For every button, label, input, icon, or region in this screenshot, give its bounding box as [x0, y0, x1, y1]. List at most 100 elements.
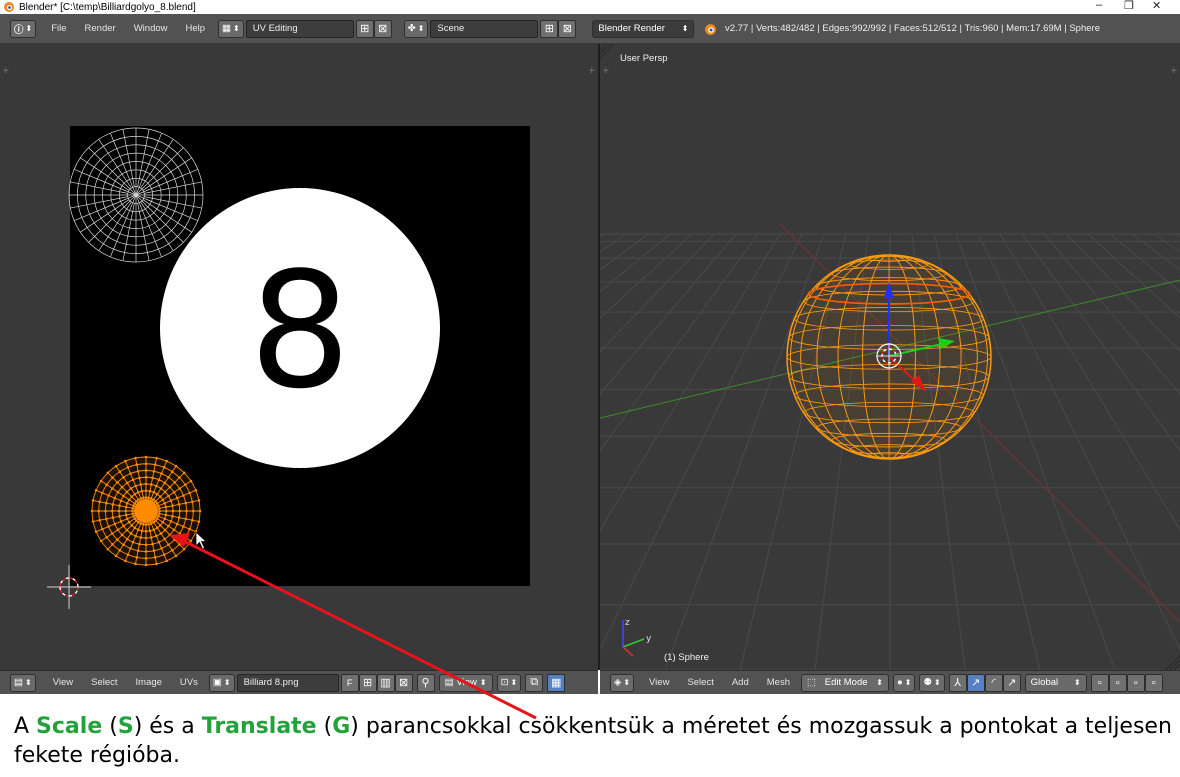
updown-icon: ⬍	[681, 24, 689, 33]
manipulator-toggle-button[interactable]: ⅄	[948, 673, 967, 692]
mode-dropdown[interactable]: ⬚ Edit Mode ⬍	[800, 673, 889, 692]
menu-mesh[interactable]: Mesh	[758, 677, 799, 688]
scene-selector[interactable]: ✤ ⬍	[403, 19, 429, 38]
shading-dropdown[interactable]: ● ⬍	[892, 673, 916, 692]
layout-grid-icon: ▦	[222, 23, 232, 34]
view-perspective-label: User Persp	[620, 53, 668, 64]
screen-layout-selector[interactable]: ▦ ⬍	[218, 19, 244, 38]
caption-text: A	[14, 714, 37, 739]
rotate-manipulator-button[interactable]: ◜	[984, 673, 1003, 692]
occlude-geometry-button[interactable]: ▫	[1144, 673, 1163, 692]
orientation-label: Global	[1030, 677, 1059, 688]
new-image-button[interactable]: ⊞	[358, 673, 377, 692]
menu-image[interactable]: Image	[127, 677, 171, 688]
updown-icon: ⬍	[1073, 678, 1081, 687]
add-layout-button[interactable]: ⊞	[355, 19, 374, 38]
vertex-select-mode-button[interactable]: ▦	[547, 673, 566, 692]
caption-text: ) és a	[133, 714, 202, 739]
pivot-dropdown[interactable]: ⊡ ⬍	[496, 673, 522, 692]
face-select-button[interactable]: ▫	[1126, 673, 1145, 692]
area-split-corner-icon[interactable]	[600, 44, 615, 59]
menu-view[interactable]: View	[640, 677, 678, 688]
solid-shading-icon: ●	[896, 677, 903, 688]
menu-render[interactable]: Render	[76, 23, 125, 34]
view-mode-icon: ▤	[444, 677, 454, 688]
restore-button[interactable]: ❐	[1124, 0, 1134, 12]
mode-label: Edit Mode	[824, 677, 868, 688]
updown-icon: ⬍	[904, 678, 912, 687]
menu-window[interactable]: Window	[125, 23, 177, 34]
transform-orientation-dropdown[interactable]: Global ⬍	[1024, 673, 1087, 692]
close-button[interactable]: ✕	[1152, 0, 1161, 12]
caption-text: (	[102, 714, 118, 739]
layout-name-field[interactable]: UV Editing	[245, 19, 354, 38]
delete-scene-button[interactable]: ⊠	[558, 19, 577, 38]
menu-select[interactable]: Select	[82, 677, 126, 688]
sync-selection-button[interactable]: ⧉	[525, 673, 544, 692]
menu-file[interactable]: File	[42, 23, 75, 34]
updown-icon: ⬍	[933, 678, 941, 687]
area-split-corner-icon[interactable]	[1165, 655, 1180, 670]
area-plus-icon[interactable]: +	[2, 66, 10, 76]
scene-statistics: v2.77 | Verts:482/482 | Edges:992/992 | …	[725, 23, 1100, 34]
blender-logo-icon	[705, 24, 716, 35]
unlink-image-button[interactable]: ⊠	[394, 673, 413, 692]
updown-icon: ⬍	[417, 24, 425, 33]
editor-type-button[interactable]: ◈ ⬍	[610, 673, 635, 692]
uv-image-editor[interactable]: + + 8	[0, 44, 598, 670]
menu-uvs[interactable]: UVs	[171, 677, 207, 688]
axis-y-label: y	[646, 634, 652, 644]
editor-type-button[interactable]: ▤ ⬍	[10, 673, 36, 692]
window-title: Blender* [C:\temp\Billiardgolyo_8.blend]	[19, 1, 196, 13]
scale-shortcut: S	[117, 714, 134, 739]
menu-add[interactable]: Add	[723, 677, 758, 688]
pivot-point-icon: ⚉	[923, 677, 932, 688]
translate-keyword: Translate	[201, 714, 317, 739]
delete-layout-button[interactable]: ⊠	[373, 19, 392, 38]
image-browse-button[interactable]: ▣ ⬍	[208, 673, 235, 692]
open-image-button[interactable]: ▥	[376, 673, 395, 692]
area-plus-icon[interactable]: +	[588, 66, 596, 76]
pin-image-icon[interactable]: ⚲	[416, 673, 435, 692]
scale-manipulator-button[interactable]: ↗	[1002, 673, 1021, 692]
editor-type-info-button[interactable]: ⓘ ⬍	[10, 19, 37, 38]
area-plus-icon[interactable]: +	[1170, 66, 1178, 76]
scene-name-field[interactable]: Scene	[430, 19, 539, 38]
info-header: ⓘ ⬍ File Render Window Help ▦ ⬍ UV Editing…	[0, 14, 1180, 44]
uv-editor-header: ▤ ⬍ View Select Image UVs ▣ ⬍ Billiard 8.p…	[0, 670, 598, 694]
minimize-button[interactable]: –	[1096, 0, 1102, 11]
menu-help[interactable]: Help	[177, 23, 215, 34]
3d-view-icon: ◈	[614, 677, 622, 688]
editor-mode-dropdown[interactable]: ▤ View ⬍	[438, 673, 493, 692]
updown-icon: ⬍	[223, 678, 231, 687]
edit-mode-icon: ⬚	[806, 677, 816, 688]
add-scene-button[interactable]: ⊞	[540, 19, 559, 38]
image-editor-icon: ▤	[14, 677, 23, 688]
vertex-select-button[interactable]: ▫	[1090, 673, 1109, 692]
active-object-label: (1) Sphere	[664, 652, 709, 663]
view-axis-gizmo: z y	[622, 618, 652, 657]
updown-icon: ⬍	[233, 24, 240, 33]
pivot-icon: ⊡	[500, 677, 509, 688]
updown-icon: ⬍	[25, 24, 33, 33]
updown-icon: ⬍	[24, 678, 32, 687]
info-icon: ⓘ	[14, 24, 24, 36]
pivot-point-dropdown[interactable]: ⚉ ⬍	[919, 673, 945, 692]
3d-viewport[interactable]: + + z y User Persp (1) Sphere	[600, 44, 1180, 670]
fake-user-button[interactable]: F	[340, 673, 359, 692]
edge-select-button[interactable]: ▫	[1108, 673, 1127, 692]
selected-uv-island[interactable]	[90, 455, 202, 567]
translate-shortcut: G	[332, 714, 351, 739]
image-name-field[interactable]: Billiard 8.png	[236, 673, 339, 692]
view-mode-label: View	[456, 677, 477, 688]
menu-view[interactable]: View	[44, 677, 82, 688]
updown-icon: ⬍	[479, 678, 487, 687]
unselected-uv-mesh[interactable]	[68, 127, 204, 263]
translate-manipulator-button[interactable]: ↗	[966, 673, 985, 692]
image-icon: ▣	[212, 677, 222, 688]
menu-select[interactable]: Select	[678, 677, 722, 688]
render-engine-dropdown[interactable]: Blender Render ⬍	[592, 19, 695, 38]
updown-icon: ⬍	[510, 678, 518, 687]
updown-icon: ⬍	[623, 678, 631, 687]
area-plus-icon[interactable]: +	[602, 66, 610, 76]
